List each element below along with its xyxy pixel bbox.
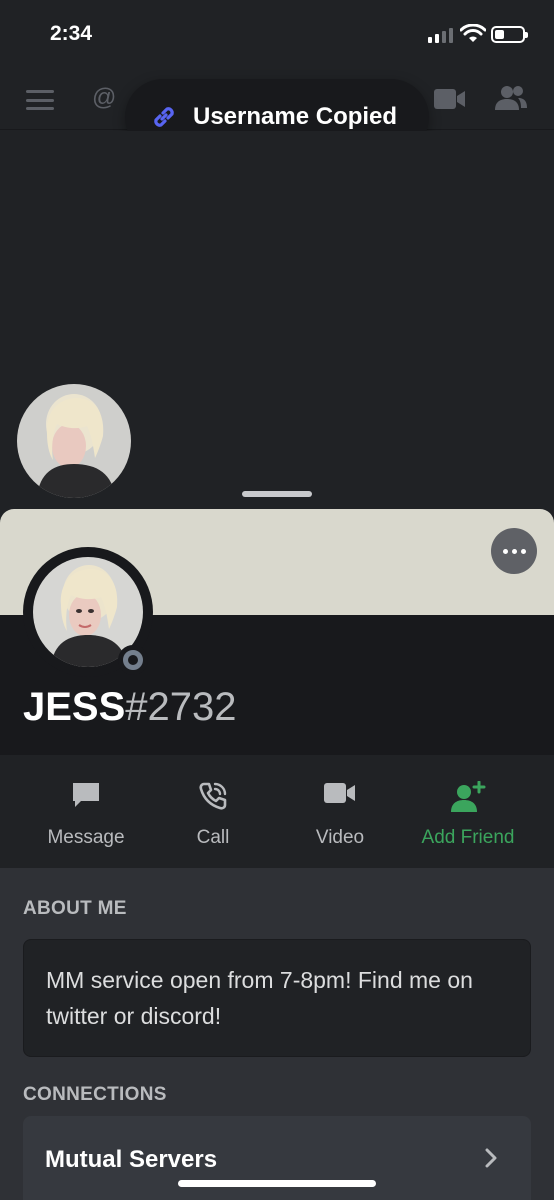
at-icon[interactable]: @ [92,84,116,112]
more-options-button[interactable] [491,528,537,574]
username[interactable]: JESS#2732 [23,683,237,731]
connections-heading: CONNECTIONS [23,1084,167,1105]
profile-actions: Message Call Video Add Friend [0,755,554,868]
home-indicator[interactable] [178,1180,376,1187]
status-time: 2:34 [50,22,93,45]
profile-sheet: JESS#2732 Message Call Video Add Friend … [0,509,554,1200]
about-me-heading: ABOUT ME [23,898,127,919]
hamburger-icon[interactable] [26,90,54,110]
chevron-right-icon [485,1148,497,1168]
call-button[interactable]: Call [148,755,278,868]
video-icon [324,783,355,803]
video-button[interactable]: Video [275,755,405,868]
toast-text: Username Copied [193,103,398,130]
battery-icon [491,26,528,43]
link-icon [154,107,174,127]
signal-icon [428,28,453,43]
discriminator: #2732 [125,685,237,729]
phone-icon [199,782,227,810]
add-friend-label: Add Friend [421,827,515,848]
more-icon [502,548,508,554]
video-label: Video [315,827,365,848]
video-icon[interactable] [434,88,466,110]
about-me-text: MM service open from 7-8pm! Find me on t… [23,939,531,1057]
display-name: JESS [23,685,126,729]
add-friend-button[interactable]: Add Friend [403,755,533,868]
mutual-servers-label: Mutual Servers [45,1146,218,1173]
battery-level [495,30,504,39]
mutual-servers-row[interactable]: Mutual Servers [23,1116,531,1200]
people-icon[interactable] [494,84,528,112]
background-avatar [17,384,131,498]
status-bar: 2:34 [0,0,554,70]
sheet-drag-handle[interactable] [242,491,312,497]
message-button[interactable]: Message [21,755,151,868]
add-friend-icon [451,781,486,812]
wifi-icon [460,24,486,42]
message-label: Message [47,827,125,848]
message-icon [73,783,99,807]
status-indicator [118,645,148,675]
call-label: Call [196,827,230,848]
